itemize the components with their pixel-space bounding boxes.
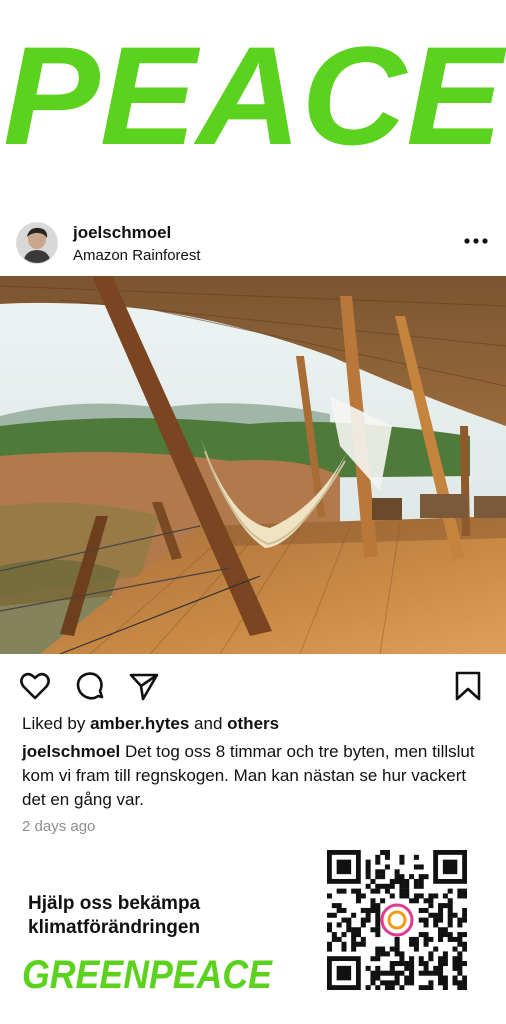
post-header: joelschmoel Amazon Rainforest xyxy=(0,212,506,272)
qr-code[interactable] xyxy=(327,850,467,990)
qr-center-logo xyxy=(380,903,414,937)
likes-line: Liked by amber.hytes and others xyxy=(22,714,279,734)
peace-headline: PEACE xyxy=(3,17,506,172)
ad-cta-line2: klimatförändringen xyxy=(28,917,201,938)
post-username[interactable]: joelschmoel xyxy=(73,223,171,243)
greenpeace-logo[interactable]: GREENPEACE xyxy=(22,950,280,998)
comment-icon[interactable] xyxy=(74,670,106,702)
bookmark-icon[interactable] xyxy=(452,670,484,702)
post-caption: joelschmoel Det tog oss 8 timmar och tre… xyxy=(22,740,492,812)
liked-user[interactable]: amber.hytes xyxy=(90,714,189,733)
action-bar xyxy=(0,666,506,706)
more-icon[interactable] xyxy=(462,236,492,246)
post-timestamp: 2 days ago xyxy=(22,818,96,835)
avatar[interactable] xyxy=(16,222,58,264)
liked-prefix: Liked by xyxy=(22,714,86,733)
caption-username[interactable]: joelschmoel xyxy=(22,742,120,761)
ad-cta: Hjälp oss bekämpa klimatförändringen xyxy=(28,892,288,940)
send-icon[interactable] xyxy=(128,670,160,702)
ad-cta-line1: Hjälp oss bekämpa xyxy=(28,893,201,914)
greenpeace-logo-text: GREENPEACE xyxy=(22,953,273,997)
peace-headline-text: PEACE xyxy=(3,17,506,172)
liked-others[interactable]: others xyxy=(227,714,279,733)
heart-icon[interactable] xyxy=(19,670,51,702)
post-photo[interactable] xyxy=(0,276,506,654)
post-location[interactable]: Amazon Rainforest xyxy=(73,247,201,264)
liked-and: and xyxy=(194,714,223,733)
